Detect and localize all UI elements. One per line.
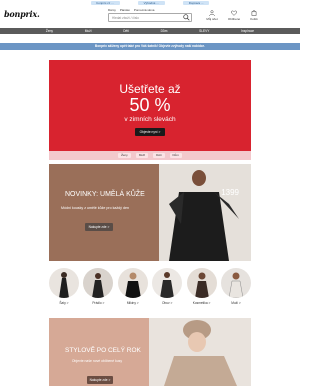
nav-item-men[interactable]: Muži [85, 29, 92, 33]
sale-chips: Ženy Muži Děti Dům [49, 151, 251, 160]
style-subtitle: Objevte naše nové oblíbené kusy [71, 359, 123, 363]
model-photo [169, 170, 239, 261]
category-men[interactable]: Muži > [220, 268, 251, 305]
search-input[interactable]: Hledat zboží / číslo [108, 13, 192, 22]
main-nav: Ženy Muži Děti Dům SLEVY Inspirace [0, 28, 300, 34]
category-label: Kosmetika > [192, 301, 211, 305]
leather-title: NOVINKY: UMĚLÁ KŮŽE [65, 191, 145, 198]
category-label: Obuv > [161, 301, 173, 305]
category-image [83, 268, 114, 298]
sale-chip[interactable]: Děti [153, 153, 165, 158]
top-info-item[interactable]: Výhodné ... [137, 1, 165, 5]
category-image [117, 268, 148, 298]
nav-item-home[interactable]: Dům [161, 29, 168, 33]
header: bonprix. Dámy Pánské Pomocná slova Hleda… [0, 6, 300, 28]
category-cosmetics[interactable]: Kosmetika > [186, 268, 217, 305]
favorites-label: Oblíbené [227, 17, 241, 21]
style-model-image [149, 318, 251, 386]
style-shop-button[interactable]: Nakupte zde > [87, 376, 113, 384]
category-image [152, 268, 183, 298]
category-label: Mikiny > [126, 301, 139, 305]
category-label: Šaty > [59, 301, 69, 305]
nav-item-kids[interactable]: Děti [123, 29, 129, 33]
sale-headline: Ušetřete až [119, 82, 181, 96]
style-title: STYLOVĚ PO CELÝ ROK [65, 347, 141, 354]
top-info-item[interactable]: bonprix.cz ... [90, 1, 120, 5]
cart-icon [251, 10, 257, 16]
sale-chip[interactable]: Muži [135, 153, 149, 158]
search-tab[interactable]: Pomocná slova [134, 8, 155, 12]
account-button[interactable]: Můj účet [204, 10, 220, 21]
sale-percent: 50 % [129, 95, 171, 115]
category-image [220, 268, 251, 298]
discover-button[interactable]: Objevte nyní > [135, 128, 165, 136]
logo[interactable]: bonprix. [4, 9, 40, 19]
promo-bar[interactable]: Bonprix až/ženy opět také pro Váš šatník… [0, 43, 300, 50]
nav-item-sale[interactable]: SLEVY [199, 29, 209, 33]
leather-shop-button[interactable]: Nakupte zde > [85, 223, 113, 231]
account-icon [209, 10, 215, 16]
sale-chip[interactable]: Ženy [118, 153, 131, 158]
leather-price: 1399 [221, 188, 239, 197]
sale-subline: v zimních slevách [124, 116, 176, 123]
cart-label: Košík [250, 17, 258, 21]
top-info-item[interactable]: Doprava ... [182, 1, 210, 5]
category-image [49, 268, 79, 298]
nav-item-women[interactable]: Ženy [46, 29, 53, 33]
search-tab[interactable]: Pánské [120, 8, 130, 12]
search-tabs: Dámy Pánské Pomocná slova [108, 8, 154, 12]
leather-model-image [159, 164, 251, 261]
leather-subtitle: Módní kousky z umělé kůže pro každý den [61, 206, 129, 210]
category-dresses[interactable]: Šaty > [49, 268, 79, 305]
favorites-button[interactable]: Oblíbené [226, 10, 242, 21]
account-label: Můj účet [206, 17, 218, 21]
category-sweatshirts[interactable]: Mikiny > [117, 268, 148, 305]
category-row: Šaty > Prádlo > Mikiny > Obuv > Kosmetik… [49, 268, 251, 305]
search-icon[interactable] [183, 14, 190, 21]
cart-button[interactable]: Košík [246, 10, 262, 21]
sale-banner[interactable]: Ušetřete až 50 % v zimních slevách Objev… [49, 60, 251, 151]
favorites-icon [231, 10, 237, 16]
model-photo [164, 320, 237, 386]
category-lingerie[interactable]: Prádlo > [83, 268, 114, 305]
category-label: Prádlo > [92, 301, 105, 305]
leather-banner[interactable]: NOVINKY: UMĚLÁ KŮŽE Módní kousky z umělé… [49, 164, 251, 261]
category-image [186, 268, 217, 298]
category-shoes[interactable]: Obuv > [152, 268, 183, 305]
category-label: Muži > [231, 301, 241, 305]
nav-item-inspiration[interactable]: Inspirace [241, 29, 254, 33]
sale-chip[interactable]: Dům [169, 153, 182, 158]
search-tab[interactable]: Dámy [108, 8, 116, 12]
style-banner[interactable]: STYLOVĚ PO CELÝ ROK Objevte naše nové ob… [49, 318, 251, 386]
